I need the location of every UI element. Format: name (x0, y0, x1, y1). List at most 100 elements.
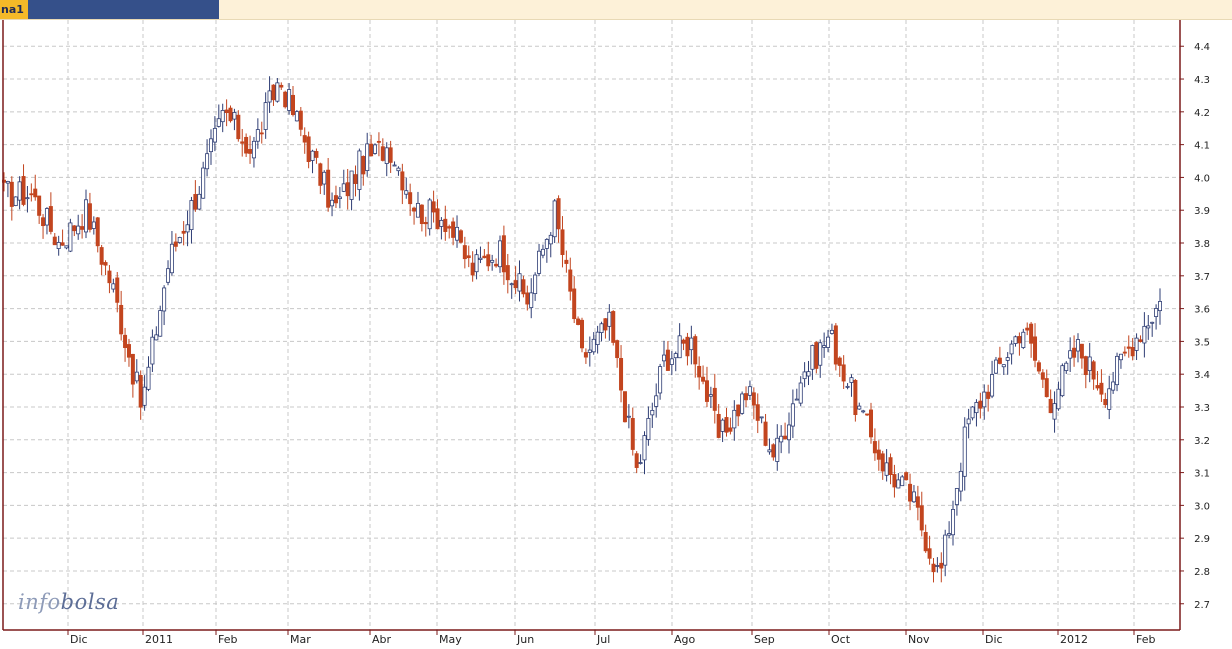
candle-up (798, 382, 803, 404)
candle-up (357, 150, 362, 190)
candle-down (333, 195, 338, 204)
candle-up (341, 183, 346, 192)
candle-up (970, 406, 975, 419)
candle-down (228, 107, 233, 122)
candle-up (158, 310, 163, 337)
candle-up (142, 386, 147, 406)
candle-up (962, 426, 967, 477)
candle-down (248, 149, 253, 154)
candle-down (279, 84, 284, 88)
candle-up (216, 118, 221, 127)
candle-up (13, 196, 18, 206)
candle-up (1146, 325, 1151, 329)
candle-down (244, 136, 249, 154)
candle-up (767, 449, 772, 453)
candle-up (146, 366, 151, 390)
candle-down (572, 288, 577, 320)
candle-up (220, 110, 225, 123)
y-tick-label: 2.9 (1194, 534, 1210, 545)
infobolsa-logo: infobolsa (18, 590, 120, 614)
candle-up (552, 200, 557, 238)
candle-up (76, 225, 81, 235)
candle-down (630, 418, 635, 450)
candle-up (169, 243, 174, 274)
candle-down (470, 262, 475, 276)
candle-down (462, 245, 467, 260)
candle-down (580, 319, 585, 349)
candle-up (44, 208, 49, 226)
candle-down (1048, 398, 1053, 414)
x-tick-label: Feb (1136, 633, 1155, 646)
candle-down (181, 230, 186, 234)
candle-up (591, 338, 596, 353)
candle-down (408, 192, 413, 205)
candle-up (599, 323, 604, 334)
candle-down (1099, 382, 1104, 395)
candle-up (267, 90, 272, 103)
candle-up (857, 405, 862, 410)
candle-up (189, 200, 194, 230)
candle-down (904, 472, 909, 481)
candle-up (427, 199, 432, 230)
candle-down (240, 141, 245, 144)
candle-down (919, 505, 924, 531)
candle-up (517, 273, 522, 292)
candle-up (162, 287, 167, 312)
x-tick-label: Ago (674, 633, 696, 646)
candle-up (658, 366, 663, 394)
candle-down (927, 548, 932, 559)
candle-down (419, 204, 424, 225)
candle-down (892, 474, 897, 488)
candle-down (763, 421, 768, 446)
candle-down (665, 349, 670, 371)
candle-down (1103, 399, 1108, 406)
candle-down (1072, 347, 1077, 358)
candle-down (380, 146, 385, 161)
candle-down (451, 221, 456, 238)
candle-up (1005, 357, 1010, 361)
candle-down (130, 353, 135, 385)
candle-up (25, 197, 30, 200)
candle-up (673, 353, 678, 359)
candle-down (833, 325, 838, 365)
candle-up (111, 283, 116, 290)
candle-down (704, 380, 709, 402)
candle-down (814, 342, 819, 369)
candle-up (185, 224, 190, 233)
candle-down (751, 392, 756, 406)
candle-up (166, 268, 171, 283)
candle-up (884, 462, 889, 476)
candle-down (482, 255, 487, 259)
candle-down (1138, 339, 1143, 342)
candle-up (646, 418, 651, 440)
candle-up (747, 386, 752, 396)
candle-up (255, 129, 260, 142)
candle-down (431, 201, 436, 213)
candle-up (330, 199, 335, 207)
candle-up (1064, 362, 1069, 371)
candle-down (107, 270, 112, 284)
y-tick-label: 4.1 (1194, 141, 1210, 152)
candle-down (29, 193, 34, 196)
candle-down (466, 255, 471, 259)
candle-up (650, 409, 655, 416)
candle-down (1040, 372, 1045, 380)
candle-down (103, 262, 108, 266)
candle-down (41, 217, 46, 227)
candle-up (786, 424, 791, 441)
candle-up (251, 140, 256, 159)
candle-down (458, 230, 463, 243)
candle-up (779, 435, 784, 443)
candle-down (193, 194, 198, 210)
candle-down (568, 269, 573, 292)
candle-up (990, 374, 995, 397)
candle-down (314, 151, 319, 158)
candle-up (478, 257, 483, 260)
candle-up (951, 509, 956, 536)
candle-down (693, 336, 698, 365)
x-tick-label: Dic (70, 633, 88, 646)
candle-down (388, 147, 393, 163)
candle-up (607, 311, 612, 327)
candle-up (677, 335, 682, 359)
candle-up (1021, 331, 1026, 348)
